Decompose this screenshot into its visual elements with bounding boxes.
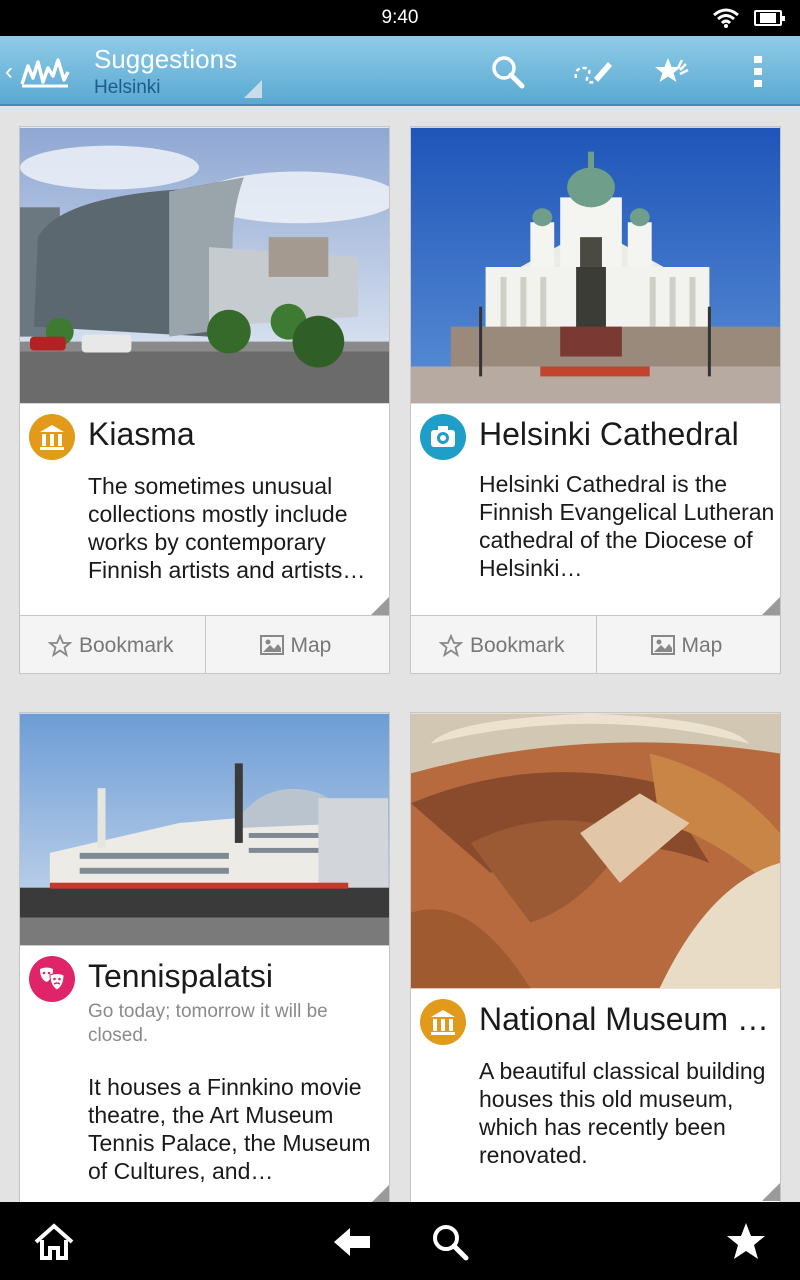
category-badge (29, 414, 75, 460)
suggestion-card[interactable]: Tennispalatsi Go today; tomorrow it will… (19, 712, 390, 1232)
search-icon (433, 1225, 469, 1261)
card-description: It houses a Finnkino movie theatre, the … (88, 1074, 371, 1184)
kiasma-photo (20, 127, 389, 404)
up-chevron-icon[interactable]: ‹ (5, 58, 13, 86)
map-icon (650, 635, 675, 655)
map-icon (259, 635, 284, 655)
map-button[interactable]: Map (204, 616, 390, 673)
bookmark-button[interactable]: Bookmark (411, 616, 596, 673)
search-button[interactable] (482, 46, 532, 96)
back-button[interactable] (330, 1220, 374, 1264)
page-title[interactable]: Suggestions (94, 44, 237, 75)
overflow-menu-button[interactable] (733, 46, 783, 96)
wifi-icon (713, 8, 739, 28)
favorites-button[interactable] (724, 1220, 768, 1264)
card-actions: Bookmark Map (20, 615, 389, 673)
city-selector[interactable]: Helsinki (94, 77, 161, 99)
favorites-icon (727, 1223, 765, 1259)
favorites-button[interactable] (646, 46, 696, 96)
card-title: Kiasma (88, 416, 195, 452)
suggestion-card[interactable]: National Museum … A beautiful classical … (410, 712, 781, 1232)
card-title: National Museum … (479, 1001, 769, 1037)
card-note: Go today; tomorrow it will be closed. (88, 1001, 328, 1046)
status-bar: 9:40 (0, 0, 800, 36)
back-icon (334, 1228, 370, 1256)
card-description: The sometimes unusual collections mostly… (88, 473, 366, 583)
museum-icon (431, 1010, 455, 1035)
itinerary-button[interactable] (564, 46, 614, 96)
card-actions: Bookmark Map (411, 615, 780, 673)
more-corner-icon (371, 1185, 389, 1203)
more-corner-icon (762, 1183, 780, 1201)
card-description: Helsinki Cathedral is the Finnish Evange… (479, 471, 775, 581)
national-museum-photo (411, 713, 780, 989)
card-title: Helsinki Cathedral (479, 416, 739, 452)
action-bar: ‹ Suggestions Helsinki (0, 36, 800, 106)
card-title: Tennispalatsi (88, 958, 273, 994)
favorites-icon (655, 58, 689, 82)
suggestion-card[interactable]: Helsinki Cathedral Helsinki Cathedral is… (410, 126, 781, 674)
category-badge (420, 414, 466, 460)
more-corner-icon (762, 597, 780, 615)
bookmark-label: Bookmark (79, 634, 174, 657)
city-spinner-arrow-icon (244, 80, 262, 98)
helsinki-cathedral-photo (411, 127, 780, 404)
suggestion-card[interactable]: Kiasma The sometimes unusual collections… (19, 126, 390, 674)
star-outline-icon (439, 634, 463, 658)
bookmark-button[interactable]: Bookmark (20, 616, 205, 673)
map-label: Map (290, 634, 332, 657)
category-badge (29, 956, 75, 1002)
map-button[interactable]: Map (595, 616, 781, 673)
home-icon (34, 1223, 74, 1260)
theater-masks-icon (40, 967, 65, 991)
status-time: 9:40 (381, 7, 419, 28)
app-logo-icon[interactable] (20, 52, 70, 90)
bottom-navigation (0, 1202, 800, 1280)
category-badge (420, 999, 466, 1045)
search-button[interactable] (428, 1220, 472, 1264)
battery-icon (754, 10, 785, 26)
more-corner-icon (371, 597, 389, 615)
search-icon (492, 56, 525, 89)
tennispalatsi-photo (20, 713, 389, 946)
museum-icon (40, 425, 64, 450)
overflow-menu-icon (754, 56, 762, 87)
card-description: A beautiful classical building houses th… (479, 1058, 766, 1168)
bookmark-label: Bookmark (470, 634, 565, 657)
itinerary-icon (574, 62, 612, 84)
home-button[interactable] (32, 1220, 76, 1264)
camera-icon (431, 426, 455, 447)
star-outline-icon (48, 634, 72, 658)
map-label: Map (681, 634, 723, 657)
